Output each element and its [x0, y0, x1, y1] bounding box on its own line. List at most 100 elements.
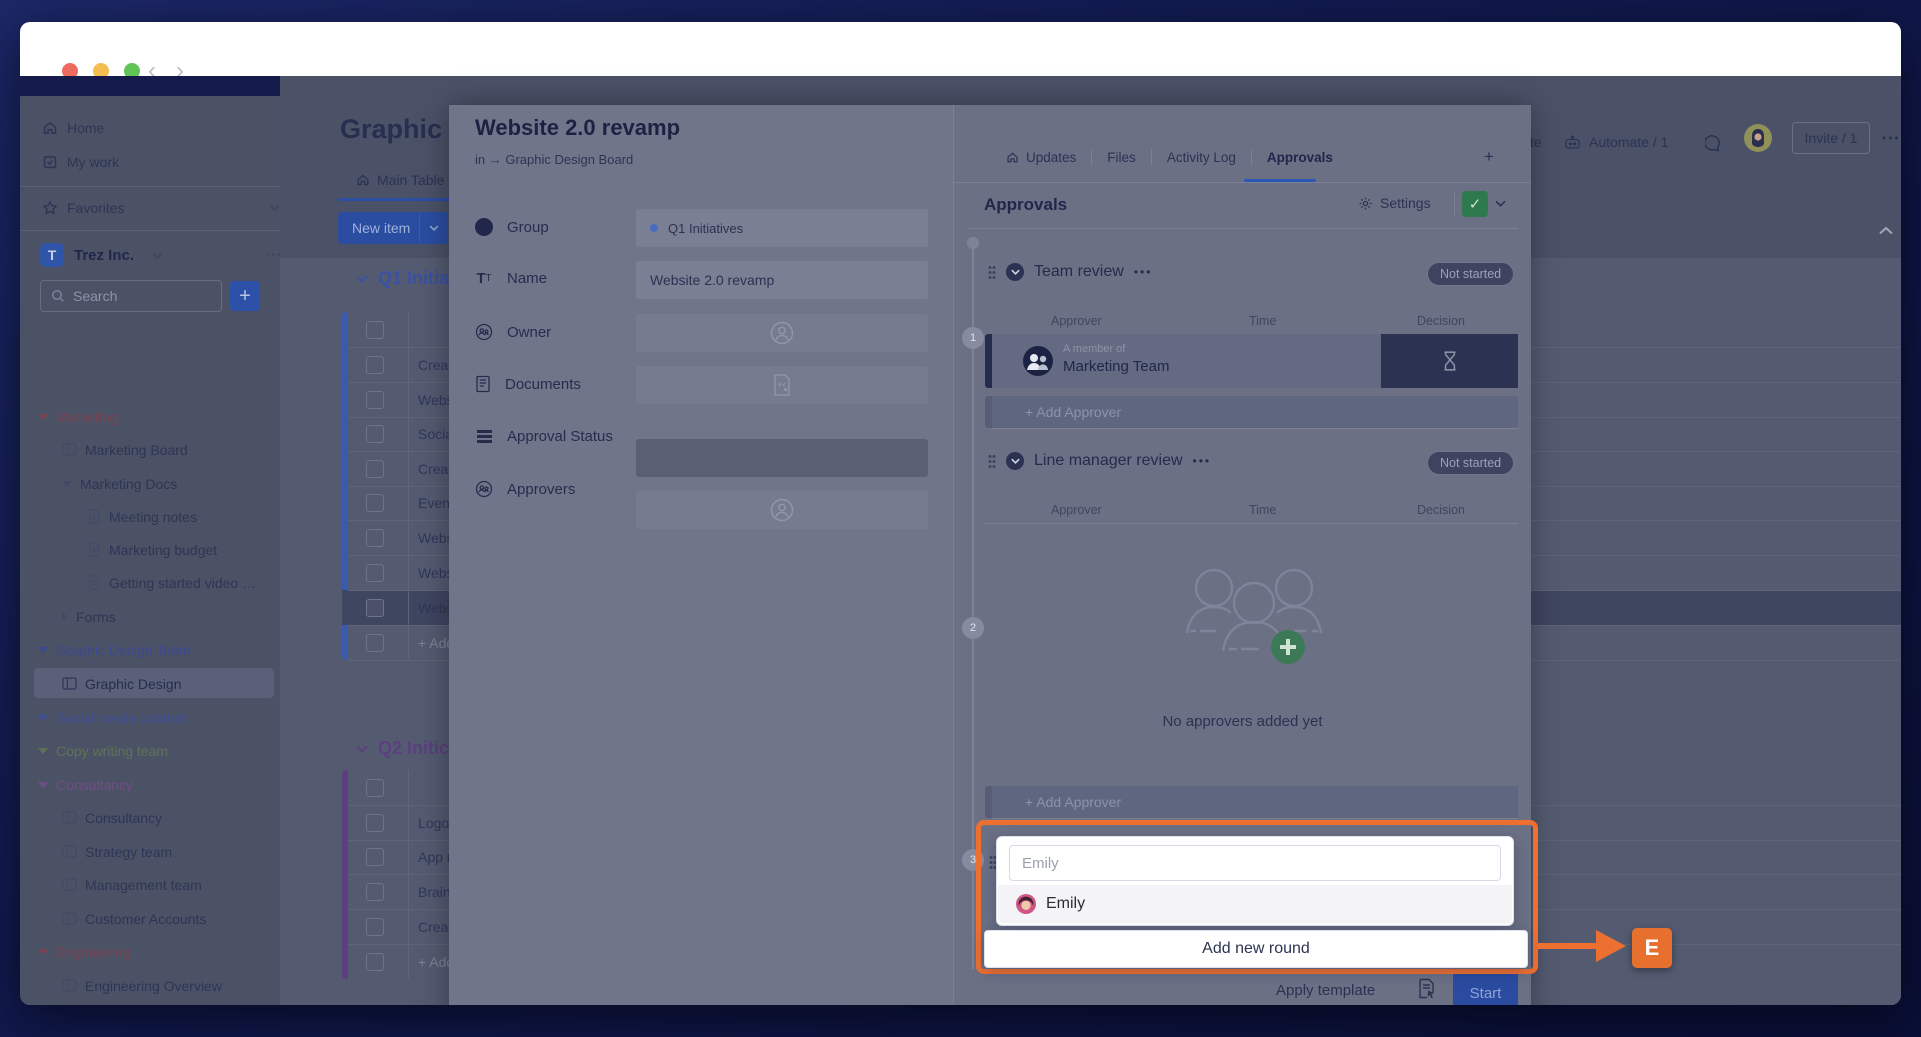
field-value-approval-status[interactable] — [636, 439, 928, 477]
row-checkbox[interactable] — [366, 848, 384, 866]
drag-handle-icon[interactable] — [988, 454, 996, 468]
field-label-approval-status: Approval Status — [475, 428, 613, 445]
top-chrome — [20, 76, 280, 96]
tab-updates[interactable]: Updates — [1006, 150, 1076, 165]
workspace-selector[interactable]: T Trez Inc. ••• — [20, 240, 300, 270]
row-checkbox[interactable] — [366, 321, 384, 339]
approver-search-input[interactable] — [1009, 845, 1501, 881]
apply-template-icon[interactable] — [1417, 978, 1436, 999]
field-value-approvers[interactable] — [636, 491, 928, 529]
sidebar-item-board[interactable]: Strategy team — [20, 838, 322, 865]
collapse-icon — [38, 748, 48, 754]
sidebar-group-social-media[interactable]: Social media content — [20, 704, 298, 731]
sidebar-group-consultancy[interactable]: Consultancy — [20, 771, 298, 798]
sidebar-item-label: My work — [67, 154, 119, 170]
sidebar-item-home[interactable]: Home — [20, 114, 302, 141]
field-label-approvers: Approvers — [475, 480, 575, 498]
status-check-button[interactable]: ✓ — [1462, 191, 1488, 217]
home-icon — [42, 120, 58, 136]
round-menu-icon[interactable]: ••• — [1134, 265, 1153, 279]
chevron-down-icon — [429, 225, 439, 231]
approver-prefix: A member of — [1063, 343, 1125, 355]
settings-button[interactable]: Settings — [1358, 195, 1431, 211]
row-checkbox[interactable] — [366, 460, 384, 478]
invite-button[interactable]: Invite / 1 — [1792, 122, 1870, 154]
round-header-team-review[interactable]: Team review ••• — [988, 263, 1152, 281]
add-workspace-item-button[interactable]: + — [230, 281, 260, 311]
chevron-down-icon[interactable] — [1495, 200, 1506, 207]
group-value: Q1 Initiatives — [668, 221, 743, 236]
row-checkbox[interactable] — [366, 883, 384, 901]
row-checkbox[interactable] — [366, 599, 384, 617]
sidebar-item-my-work[interactable]: My work — [20, 148, 302, 175]
collapse-icon — [38, 715, 48, 721]
sidebar-group-copy-writing[interactable]: Copy writing team — [20, 737, 298, 764]
row-checkbox[interactable] — [366, 391, 384, 409]
approver-row[interactable]: A member of Marketing Team — [992, 334, 1381, 388]
automate-button[interactable]: Automate / 1 — [1564, 134, 1668, 150]
new-item-button[interactable]: New item — [338, 212, 448, 244]
tab-label: Main Table — [377, 172, 444, 188]
sidebar-item-label: Consultancy — [85, 810, 162, 826]
doc-icon — [88, 575, 101, 590]
item-name[interactable]: Creat — [418, 357, 452, 373]
sidebar-item-graphic-design-selected[interactable]: Graphic Design — [20, 670, 322, 697]
field-value-name[interactable]: Website 2.0 revamp — [636, 261, 928, 299]
chat-button[interactable] — [1705, 134, 1725, 154]
add-approver-button[interactable]: + Add Approver — [992, 396, 1518, 429]
item-name[interactable]: Logo — [418, 815, 449, 831]
sidebar-item-board[interactable]: Engineering Overview — [20, 972, 322, 999]
tab-files[interactable]: Files — [1107, 150, 1136, 165]
annotation-badge-e: E — [1632, 928, 1672, 968]
row-checkbox[interactable] — [366, 494, 384, 512]
item-name[interactable]: Creat — [418, 461, 452, 477]
tab-main-table[interactable]: Main Table — [356, 172, 444, 188]
collapse-round-icon[interactable] — [1006, 452, 1024, 470]
new-item-dropdown[interactable] — [419, 212, 448, 244]
row-checkbox[interactable] — [366, 356, 384, 374]
group-header-q1[interactable]: Q1 Initia — [356, 268, 449, 289]
avatar[interactable] — [1744, 124, 1772, 152]
sidebar-item-board[interactable]: Management team — [20, 871, 322, 898]
collapse-round-icon[interactable] — [1006, 263, 1024, 281]
board-icon — [62, 912, 77, 925]
start-button[interactable]: Start — [1453, 971, 1518, 1005]
sidebar-folder-marketing-docs[interactable]: Marketing Docs — [20, 470, 322, 497]
sidebar-item-board[interactable]: Customer Accounts — [20, 905, 322, 932]
sidebar-item-favorites[interactable]: Favorites — [20, 194, 302, 221]
field-value-documents[interactable] — [636, 366, 928, 404]
sidebar-group-engineering[interactable]: Engineering — [20, 938, 298, 965]
field-value-group[interactable]: Q1 Initiatives — [636, 209, 928, 247]
sidebar-folder-forms[interactable]: Forms — [20, 603, 322, 630]
row-checkbox[interactable] — [366, 529, 384, 547]
row-checkbox[interactable] — [366, 564, 384, 582]
apply-template-button[interactable]: Apply template — [1276, 982, 1375, 999]
dropdown-option-emily[interactable]: Emily — [998, 885, 1512, 923]
round-header-line-manager[interactable]: Line manager review ••• — [988, 452, 1211, 470]
add-new-round-button[interactable]: Add new round — [984, 930, 1528, 968]
field-value-owner[interactable] — [636, 314, 928, 352]
row-checkbox[interactable] — [366, 634, 384, 652]
scroll-top-icon[interactable] — [1878, 226, 1894, 235]
row-checkbox[interactable] — [366, 953, 384, 971]
row-checkbox[interactable] — [366, 425, 384, 443]
drag-handle-icon[interactable] — [988, 265, 996, 279]
integrate-label-fragment[interactable]: te — [1530, 134, 1542, 150]
row-checkbox[interactable] — [366, 779, 384, 797]
round-menu-icon[interactable]: ••• — [1193, 454, 1212, 468]
row-checkbox[interactable] — [366, 814, 384, 832]
board-menu-icon[interactable]: ••• — [1882, 131, 1901, 145]
tab-activity-log[interactable]: Activity Log — [1167, 150, 1236, 165]
sidebar-group-graphic-design-team[interactable]: Graphic Design Team — [20, 636, 298, 663]
group-header-q2[interactable]: Q2 Initic — [356, 738, 449, 759]
sidebar-item-board[interactable]: Marketing Board — [20, 436, 322, 463]
breadcrumb[interactable]: in → Graphic Design Board — [475, 152, 633, 167]
tab-approvals-active[interactable]: Approvals — [1267, 150, 1333, 165]
column-header-time: Time — [1249, 314, 1276, 328]
row-checkbox[interactable] — [366, 918, 384, 936]
sidebar-item-board[interactable]: Consultancy — [20, 804, 322, 831]
add-approver-button[interactable]: + Add Approver — [992, 786, 1518, 819]
search-input[interactable]: Search — [40, 280, 222, 312]
sidebar-group-marketing[interactable]: Marketing — [20, 403, 298, 430]
add-tab-button[interactable]: + — [1484, 147, 1494, 167]
